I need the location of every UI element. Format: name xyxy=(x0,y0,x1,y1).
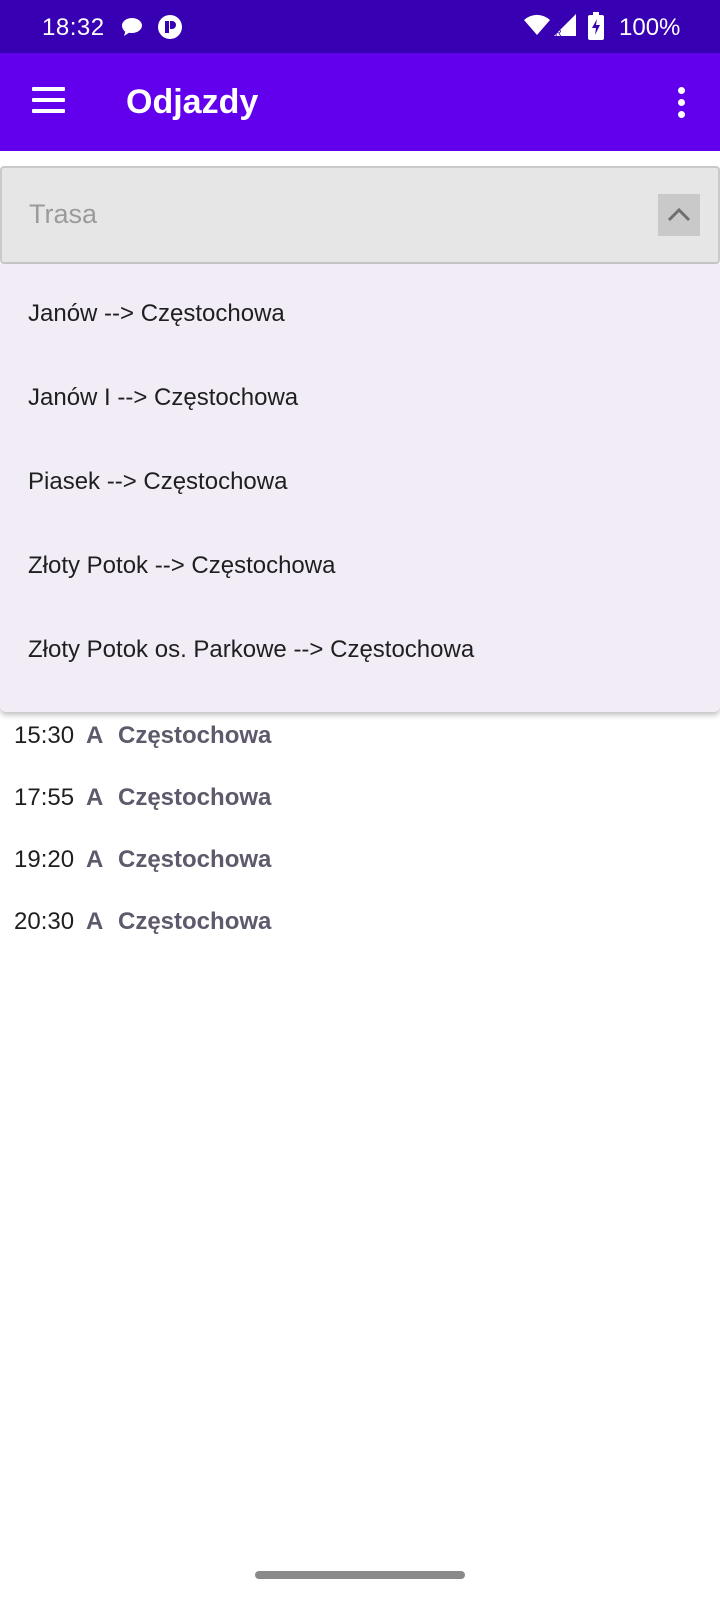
signal-icon: R xyxy=(552,12,576,43)
route-dropdown-list: Janów --> Częstochowa Janów I --> Często… xyxy=(0,264,720,712)
departure-row[interactable]: 15:30 A Częstochowa xyxy=(0,706,720,766)
route-option[interactable]: Janów I --> Częstochowa xyxy=(0,356,720,440)
route-option[interactable]: Janów --> Częstochowa xyxy=(0,272,720,356)
departure-time: 19:20 xyxy=(14,846,75,873)
departure-time: 15:30 xyxy=(14,722,75,749)
departure-time: 17:55 xyxy=(14,784,75,811)
departure-destination: Częstochowa xyxy=(118,784,272,811)
gesture-nav-handle[interactable] xyxy=(255,1571,465,1579)
departure-destination: Częstochowa xyxy=(118,722,272,749)
hamburger-menu-icon[interactable] xyxy=(28,83,70,123)
departure-line: A xyxy=(86,846,104,873)
departure-time: 20:30 xyxy=(14,908,75,935)
departure-row[interactable]: 17:55 A Częstochowa xyxy=(0,768,720,828)
chevron-up-icon[interactable] xyxy=(658,194,700,236)
route-spinner-placeholder: Trasa xyxy=(29,199,98,229)
departure-destination: Częstochowa xyxy=(118,908,272,935)
departure-row[interactable]: 19:20 A Częstochowa xyxy=(0,830,720,890)
route-spinner[interactable]: Trasa xyxy=(0,166,720,264)
battery-percentage: 100% xyxy=(619,14,681,41)
departure-row[interactable]: 20:30 A Częstochowa xyxy=(0,892,720,952)
route-option[interactable]: Piasek --> Częstochowa xyxy=(0,440,720,524)
status-bar: 18:32 R 100% xyxy=(0,0,720,53)
app-bar: Odjazdy xyxy=(0,53,720,151)
notification-app-icon xyxy=(157,14,183,45)
status-time: 18:32 xyxy=(42,14,105,41)
departure-line: A xyxy=(86,722,104,749)
route-option[interactable]: Złoty Potok --> Częstochowa xyxy=(0,524,720,608)
page-title: Odjazdy xyxy=(126,83,259,121)
departure-destination: Częstochowa xyxy=(118,846,272,873)
departure-line: A xyxy=(86,908,104,935)
battery-charging-icon xyxy=(588,12,604,45)
more-vert-icon[interactable] xyxy=(664,85,698,121)
wifi-icon xyxy=(524,14,550,41)
chat-bubble-icon xyxy=(120,16,144,43)
departure-line: A xyxy=(86,784,104,811)
svg-text:R: R xyxy=(555,28,562,38)
route-option[interactable]: Złoty Potok os. Parkowe --> Częstochowa xyxy=(0,608,720,692)
